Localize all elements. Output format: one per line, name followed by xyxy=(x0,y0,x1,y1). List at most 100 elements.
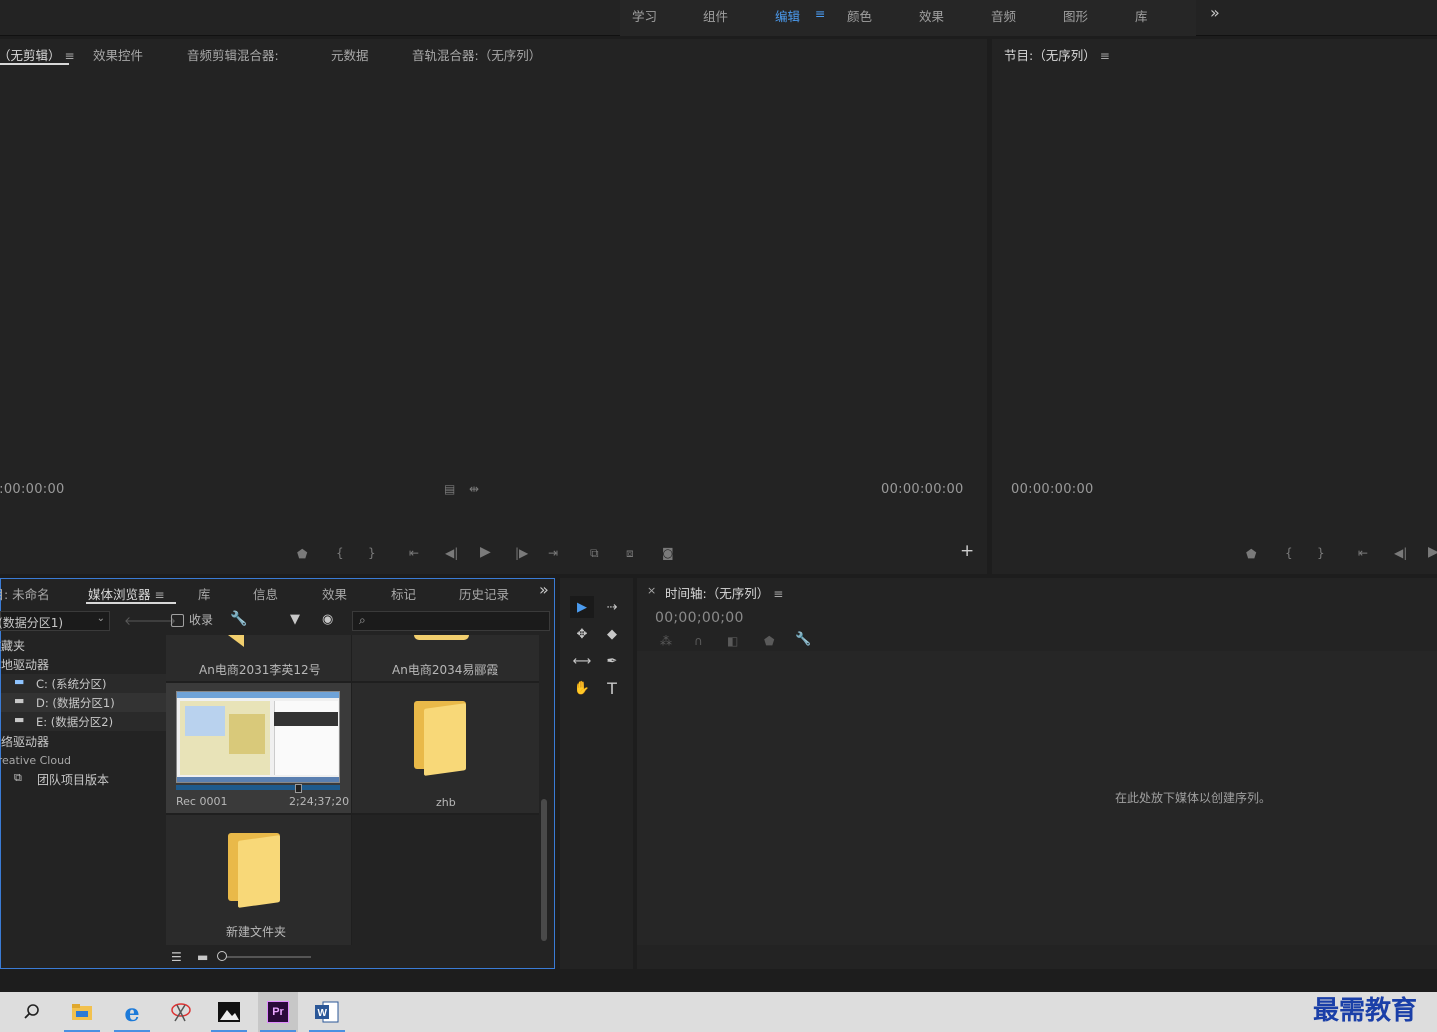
more-panels-icon[interactable]: » xyxy=(539,580,549,599)
view-icon[interactable]: ◉ xyxy=(322,613,333,626)
ingest-checkbox[interactable] xyxy=(171,614,184,627)
timeline-track-area[interactable] xyxy=(637,651,1437,945)
tree-team-projects[interactable]: 团队项目版本 xyxy=(37,771,109,788)
tree-network-drives[interactable]: 网络驱动器 xyxy=(0,733,49,750)
zoom-slider[interactable] xyxy=(221,956,311,958)
razor-tool-icon[interactable]: ◆ xyxy=(600,623,624,645)
word-icon[interactable]: W xyxy=(307,992,347,1032)
source-timecode-current[interactable]: 00:00:00:00 xyxy=(0,482,65,497)
pen-tool-icon[interactable]: ✒ xyxy=(600,650,624,672)
timeline-title[interactable]: 时间轴:（无序列） ≡ xyxy=(665,583,783,602)
add-marker-icon[interactable]: ⬟ xyxy=(764,635,774,647)
tile-folder-zhb[interactable]: zhb xyxy=(352,683,539,813)
tab-audio-track-mixer[interactable]: 音轨混合器:（无序列） xyxy=(412,45,541,64)
tab-project[interactable]: 项目: 未命名 xyxy=(0,584,50,603)
tab-libraries[interactable]: 库 xyxy=(198,584,211,603)
export-frame-icon[interactable]: ◙ xyxy=(662,547,674,559)
mark-in-icon[interactable]: { xyxy=(336,547,344,559)
tree-e-drive-label: E: (数据分区2) xyxy=(36,715,114,729)
drive-select[interactable]: D: (数据分区1) ⌄ xyxy=(0,611,110,631)
tile-folder-new[interactable]: 新建文件夹 xyxy=(166,815,351,945)
ripple-edit-tool-icon[interactable]: ✥ xyxy=(570,623,594,645)
tab-info[interactable]: 信息 xyxy=(253,584,278,603)
tab-audio-clip-mixer[interactable]: 音频剪辑混合器: xyxy=(187,45,279,64)
grid-scrollbar[interactable] xyxy=(541,799,547,941)
clip-progress-track[interactable] xyxy=(176,785,340,790)
tab-metadata[interactable]: 元数据 xyxy=(331,45,369,64)
step-back-icon[interactable]: ◀| xyxy=(1394,547,1407,559)
selection-tool-icon[interactable]: ▶ xyxy=(570,596,594,618)
track-select-tool-icon[interactable]: ⇢ xyxy=(600,596,624,618)
workspace-tab-assembly[interactable]: 组件 xyxy=(703,6,728,25)
filter-icon[interactable]: ▼ xyxy=(290,613,300,626)
mark-out-icon[interactable]: } xyxy=(1317,547,1325,559)
workspace-tab-audio[interactable]: 音频 xyxy=(991,6,1016,25)
workspace-tab-libraries[interactable]: 库 xyxy=(1135,6,1148,25)
step-back-icon[interactable]: ◀| xyxy=(445,547,458,559)
add-button-icon[interactable]: + xyxy=(960,543,974,560)
tab-history[interactable]: 历史记录 xyxy=(459,584,509,603)
file-explorer-icon[interactable] xyxy=(62,992,102,1032)
insert-overwrite-icon[interactable]: ⇹ xyxy=(469,483,479,495)
program-title[interactable]: 节目:（无序列） ≡ xyxy=(1004,45,1110,64)
tree-row-d-drive[interactable]: ▬ D: (数据分区1) xyxy=(1,693,166,712)
tree-local-drives[interactable]: 本地驱动器 xyxy=(0,656,49,673)
tree-row-c-drive[interactable]: ▬ C: (系统分区) xyxy=(1,674,166,693)
go-to-in-icon[interactable]: ⇤ xyxy=(1358,547,1368,559)
tab-effect-controls[interactable]: 效果控件 xyxy=(93,45,143,64)
mark-in-icon[interactable]: { xyxy=(1285,547,1293,559)
workspace-tab-color[interactable]: 颜色 xyxy=(847,6,872,25)
snipping-tool-icon[interactable] xyxy=(161,992,201,1032)
snap-icon[interactable]: ∩ xyxy=(694,635,703,647)
tree-favorites[interactable]: 收藏夹 xyxy=(0,637,25,654)
timeline-timecode[interactable]: 00;00;00;00 xyxy=(655,610,744,626)
go-to-out-icon[interactable]: ⇥ xyxy=(548,547,558,559)
icon-view-icon[interactable]: ▬ xyxy=(197,951,208,963)
tile-clip-rec0001[interactable]: Rec 0001 2;24;37;20 xyxy=(166,683,351,813)
premiere-pro-icon[interactable]: Pr xyxy=(258,992,298,1032)
clip-duration: 2;24;37;20 xyxy=(289,795,350,808)
nest-icon[interactable]: ⁂ xyxy=(660,635,672,647)
tab-source-no-clip[interactable]: （无剪辑） ≡ xyxy=(0,45,75,64)
workspace-tab-learn[interactable]: 学习 xyxy=(632,6,657,25)
workspace-menu-icon[interactable]: ≡ xyxy=(815,6,825,21)
menu-icon: ≡ xyxy=(154,588,165,602)
linked-selection-icon[interactable]: ◧ xyxy=(727,635,738,647)
overwrite-icon[interactable]: ⧈ xyxy=(626,547,634,559)
wrench-icon[interactable]: 🔧 xyxy=(795,633,811,646)
step-forward-icon[interactable]: |▶ xyxy=(515,547,528,559)
thumbnail-doc-left-block xyxy=(185,706,225,736)
slip-tool-icon[interactable]: ⟷ xyxy=(570,650,594,672)
photos-app-icon[interactable] xyxy=(209,992,249,1032)
play-icon[interactable]: ▶ xyxy=(1428,545,1437,559)
close-icon[interactable]: × xyxy=(647,584,656,597)
zoom-slider-handle[interactable] xyxy=(217,951,227,961)
play-icon[interactable]: ▶ xyxy=(480,545,491,559)
workspace-tab-effects[interactable]: 效果 xyxy=(919,6,944,25)
workspace-tab-graphics[interactable]: 图形 xyxy=(1063,6,1088,25)
tree-row-e-drive[interactable]: ▬ E: (数据分区2) xyxy=(1,712,166,731)
drop-frame-icon[interactable]: ▤ xyxy=(444,483,455,495)
tab-effects[interactable]: 效果 xyxy=(322,584,347,603)
tab-media-browser[interactable]: 媒体浏览器 ≡ xyxy=(88,584,165,603)
wrench-icon[interactable]: 🔧 xyxy=(230,612,247,626)
tab-markers[interactable]: 标记 xyxy=(391,584,416,603)
workspace-tab-editing[interactable]: 编辑 xyxy=(775,6,800,25)
search-icon[interactable] xyxy=(12,992,52,1032)
type-tool-icon[interactable]: T xyxy=(600,677,624,699)
tile-folder-an2031[interactable]: An电商2031李英12号 xyxy=(166,635,351,681)
playhead-handle[interactable] xyxy=(295,784,302,793)
search-input[interactable]: ⌕ xyxy=(352,611,550,631)
insert-icon[interactable]: ⧉ xyxy=(590,547,599,559)
program-timecode[interactable]: 00:00:00:00 xyxy=(1011,482,1094,497)
workspace-more-icon[interactable]: » xyxy=(1210,3,1220,22)
add-marker-icon[interactable]: ⬟ xyxy=(297,548,307,560)
go-to-in-icon[interactable]: ⇤ xyxy=(409,547,419,559)
list-view-icon[interactable]: ☰ xyxy=(171,951,182,963)
hand-tool-icon[interactable]: ✋ xyxy=(570,677,594,699)
tile-folder-an2034[interactable]: An电商2034易郦霞 xyxy=(352,635,539,681)
mark-out-icon[interactable]: } xyxy=(368,547,376,559)
add-marker-icon[interactable]: ⬟ xyxy=(1246,548,1256,560)
tree-creative-cloud[interactable]: Creative Cloud xyxy=(0,754,71,767)
edge-browser-icon[interactable]: e xyxy=(112,992,152,1032)
